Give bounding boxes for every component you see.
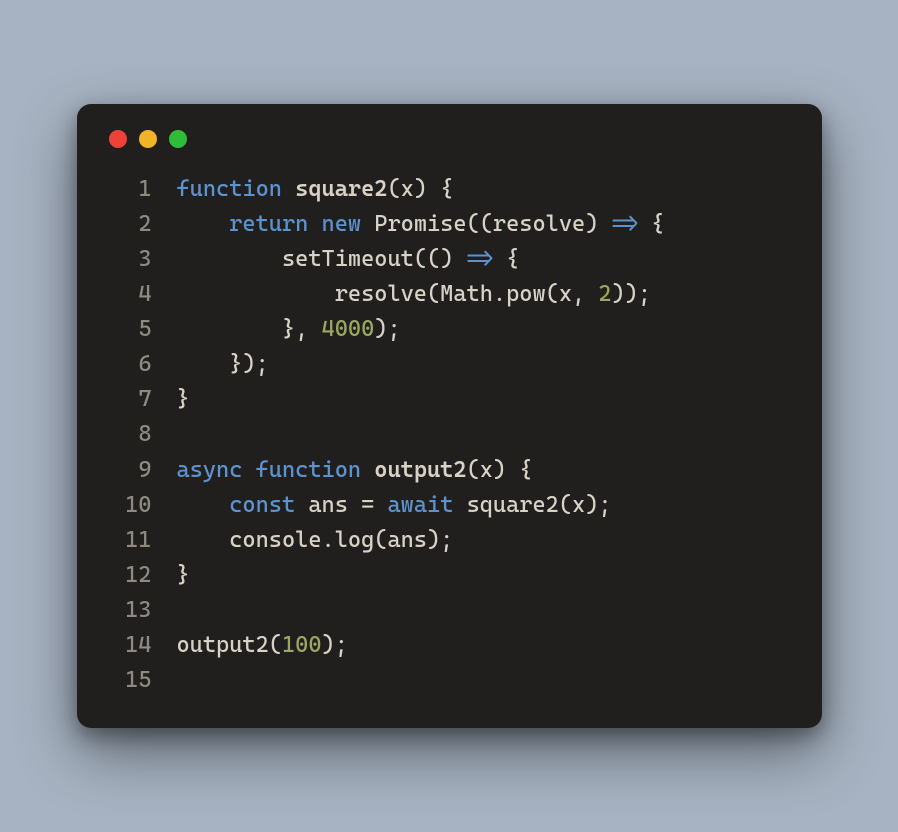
- code-token: async: [177, 457, 256, 483]
- code-token: output2(: [177, 632, 282, 658]
- line-number: 12: [107, 558, 155, 593]
- code-token: {: [493, 246, 519, 272]
- line-number: 1: [107, 172, 155, 207]
- line-number: 8: [107, 417, 155, 452]
- line-number: 7: [107, 382, 155, 417]
- code-line: 14 output2(100);: [107, 628, 792, 663]
- code-token: await: [387, 492, 466, 518]
- code-token: [177, 211, 230, 237]
- code-token: 4000: [322, 316, 375, 342]
- code-window: 1function square2(x) {2 return new Promi…: [77, 104, 822, 728]
- code-token: function: [177, 176, 296, 202]
- code-token: const: [229, 492, 308, 518]
- code-token: ans =: [308, 492, 387, 518]
- zoom-icon[interactable]: [169, 130, 187, 148]
- code-token: [177, 492, 230, 518]
- code-token: 2: [598, 281, 611, 307]
- code-line: 15: [107, 663, 792, 698]
- code-token: function: [256, 457, 375, 483]
- code-token: (x) {: [387, 176, 453, 202]
- line-number: 2: [107, 207, 155, 242]
- line-number: 3: [107, 242, 155, 277]
- code-line: 2 return new Promise((resolve) => {: [107, 207, 792, 242]
- code-token: }: [177, 386, 190, 412]
- code-line: 5 }, 4000);: [107, 312, 792, 347]
- code-token: 100: [282, 632, 322, 658]
- code-token: );: [322, 632, 348, 658]
- code-line: 3 setTimeout(() => {: [107, 242, 792, 277]
- code-token: output2: [374, 457, 466, 483]
- line-number: 4: [107, 277, 155, 312]
- code-token: },: [177, 316, 322, 342]
- code-token: });: [177, 351, 269, 377]
- code-line: 9 async function output2(x) {: [107, 453, 792, 488]
- code-content: }: [177, 558, 792, 593]
- code-token: new: [322, 211, 375, 237]
- line-number: 11: [107, 523, 155, 558]
- code-block: 1function square2(x) {2 return new Promi…: [107, 172, 792, 698]
- code-token: resolve(Math.pow(x,: [177, 281, 599, 307]
- code-content: [177, 663, 792, 698]
- code-line: 8: [107, 417, 792, 452]
- line-number: 10: [107, 488, 155, 523]
- code-content: console.log(ans);: [177, 523, 792, 558]
- close-icon[interactable]: [109, 130, 127, 148]
- code-content: }, 4000);: [177, 312, 792, 347]
- code-content: function square2(x) {: [177, 172, 792, 207]
- code-token: =>: [467, 246, 493, 272]
- code-line: 12}: [107, 558, 792, 593]
- code-token: square2: [295, 176, 387, 202]
- code-line: 4 resolve(Math.pow(x, 2));: [107, 277, 792, 312]
- code-content: [177, 417, 792, 452]
- line-number: 9: [107, 453, 155, 488]
- line-number: 6: [107, 347, 155, 382]
- line-number: 13: [107, 593, 155, 628]
- code-line: 7}: [107, 382, 792, 417]
- code-token: return: [229, 211, 321, 237]
- code-line: 13: [107, 593, 792, 628]
- code-content: }: [177, 382, 792, 417]
- code-line: 1 function square2(x) {: [107, 172, 792, 207]
- code-content: async function output2(x) {: [177, 453, 792, 488]
- code-token: =>: [612, 211, 638, 237]
- code-content: output2(100);: [177, 628, 792, 663]
- code-line: 6 });: [107, 347, 792, 382]
- code-line: 11 console.log(ans);: [107, 523, 792, 558]
- code-token: Promise((resolve): [374, 211, 611, 237]
- traffic-lights: [109, 130, 792, 148]
- code-content: });: [177, 347, 792, 382]
- line-number: 5: [107, 312, 155, 347]
- code-content: const ans = await square2(x);: [177, 488, 792, 523]
- code-content: return new Promise((resolve) => {: [177, 207, 792, 242]
- code-token: }: [177, 562, 190, 588]
- code-content: setTimeout(() => {: [177, 242, 792, 277]
- code-content: resolve(Math.pow(x, 2));: [177, 277, 792, 312]
- code-token: square2(x);: [467, 492, 612, 518]
- minimize-icon[interactable]: [139, 130, 157, 148]
- code-token: (x) {: [467, 457, 533, 483]
- line-number: 14: [107, 628, 155, 663]
- code-content: [177, 593, 792, 628]
- code-token: console.log(ans);: [177, 527, 454, 553]
- code-token: );: [374, 316, 400, 342]
- code-token: setTimeout((): [177, 246, 467, 272]
- code-token: {: [638, 211, 664, 237]
- code-line: 10 const ans = await square2(x);: [107, 488, 792, 523]
- code-token: ));: [612, 281, 652, 307]
- line-number: 15: [107, 663, 155, 698]
